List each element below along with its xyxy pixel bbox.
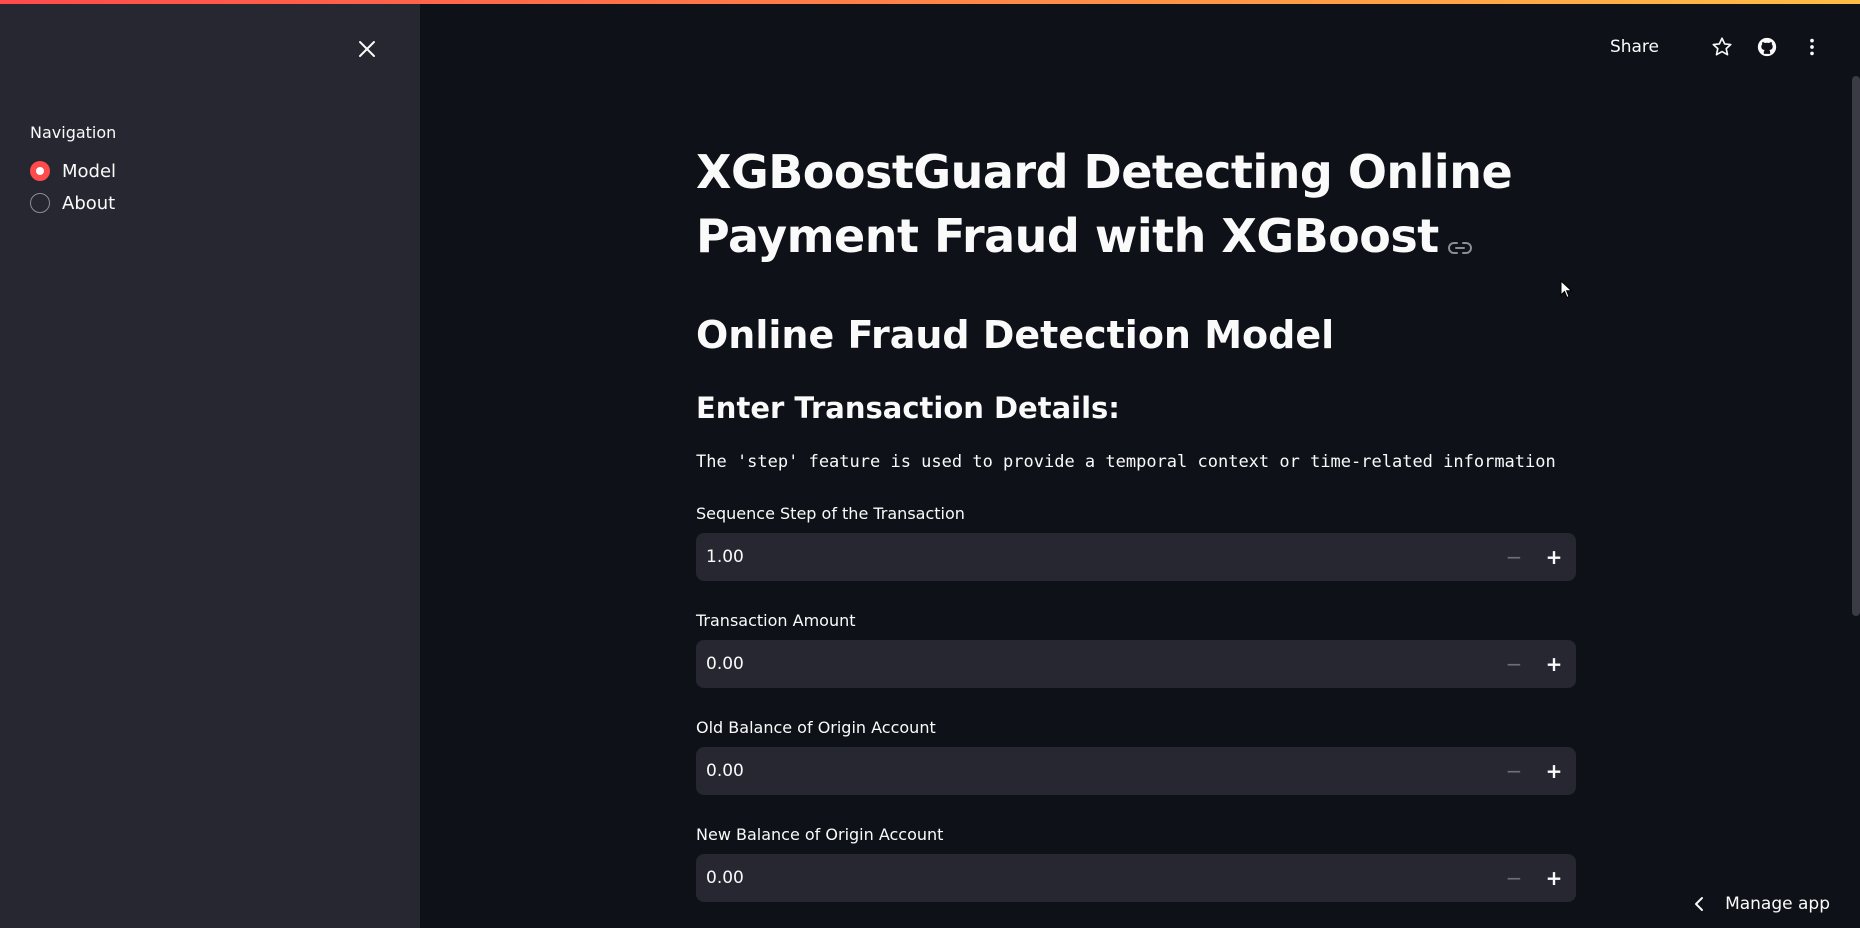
increment-button[interactable]: + (1534, 533, 1574, 581)
number-input: − + (696, 746, 1576, 795)
new-balance-origin-input[interactable] (696, 867, 1456, 888)
page-title-text: XGBoostGuard Detecting Online Payment Fr… (696, 145, 1513, 263)
field-label: Sequence Step of the Transaction (696, 503, 965, 523)
field-label: Transaction Amount (696, 610, 856, 630)
nav-radio-label: Model (62, 160, 117, 182)
field-old-balance-origin: Old Balance of Origin Account − + (696, 718, 1576, 795)
decrement-button[interactable]: − (1494, 533, 1534, 581)
increment-button[interactable]: + (1534, 747, 1574, 795)
sidebar: Navigation Model About (0, 0, 420, 928)
manage-app-button[interactable]: Manage app (1693, 894, 1830, 914)
section-title: Online Fraud Detection Model (696, 312, 1335, 357)
old-balance-origin-input[interactable] (696, 760, 1456, 781)
input-fields: Sequence Step of the Transaction − + Tra… (696, 504, 1576, 902)
nav-radio-model[interactable]: Model (30, 157, 116, 185)
sequence-step-input[interactable] (696, 546, 1456, 567)
close-icon (359, 41, 375, 57)
number-input: − + (696, 853, 1576, 902)
decrement-button[interactable]: − (1494, 747, 1534, 795)
field-label: Old Balance of Origin Account (696, 717, 936, 737)
decrement-button[interactable]: − (1494, 854, 1534, 902)
number-input: − + (696, 532, 1576, 581)
share-button[interactable]: Share (1610, 37, 1659, 57)
scrollbar[interactable] (1852, 76, 1860, 616)
increment-button[interactable]: + (1534, 640, 1574, 688)
transaction-amount-input[interactable] (696, 653, 1456, 674)
header-decoration-bar (0, 0, 1860, 4)
link-icon[interactable] (1447, 208, 1473, 272)
main-content: XGBoostGuard Detecting Online Payment Fr… (696, 140, 1576, 902)
close-sidebar-button[interactable] (354, 36, 380, 62)
navigation-label: Navigation (30, 123, 117, 142)
chevron-left-icon (1695, 897, 1704, 911)
field-label: New Balance of Origin Account (696, 824, 944, 844)
manage-app-label: Manage app (1725, 894, 1830, 914)
toolbar: Share (1610, 30, 1824, 64)
nav-radio-label: About (62, 192, 116, 214)
main-menu-button[interactable] (1800, 35, 1824, 59)
page-title: XGBoostGuard Detecting Online Payment Fr… (696, 140, 1576, 272)
nav-radio-about[interactable]: About (30, 189, 115, 217)
number-input: − + (696, 639, 1576, 688)
mouse-cursor-icon (1560, 280, 1573, 299)
increment-button[interactable]: + (1534, 854, 1574, 902)
decrement-button[interactable]: − (1494, 640, 1534, 688)
field-sequence-step: Sequence Step of the Transaction − + (696, 504, 1576, 581)
more-vertical-icon (1810, 38, 1814, 56)
star-icon (1712, 37, 1732, 56)
star-button[interactable] (1710, 35, 1734, 59)
field-transaction-amount: Transaction Amount − + (696, 611, 1576, 688)
github-icon (1757, 37, 1777, 57)
github-button[interactable] (1755, 35, 1779, 59)
section-heading: Enter Transaction Details: (696, 390, 1120, 425)
radio-unselected-icon (30, 193, 50, 213)
field-new-balance-origin: New Balance of Origin Account − + (696, 825, 1576, 902)
step-description-text: The 'step' feature is used to provide a … (696, 451, 1556, 472)
radio-selected-icon (30, 161, 50, 181)
main-area: Share XGBoostGuard Detecting Online Paym… (420, 0, 1860, 928)
